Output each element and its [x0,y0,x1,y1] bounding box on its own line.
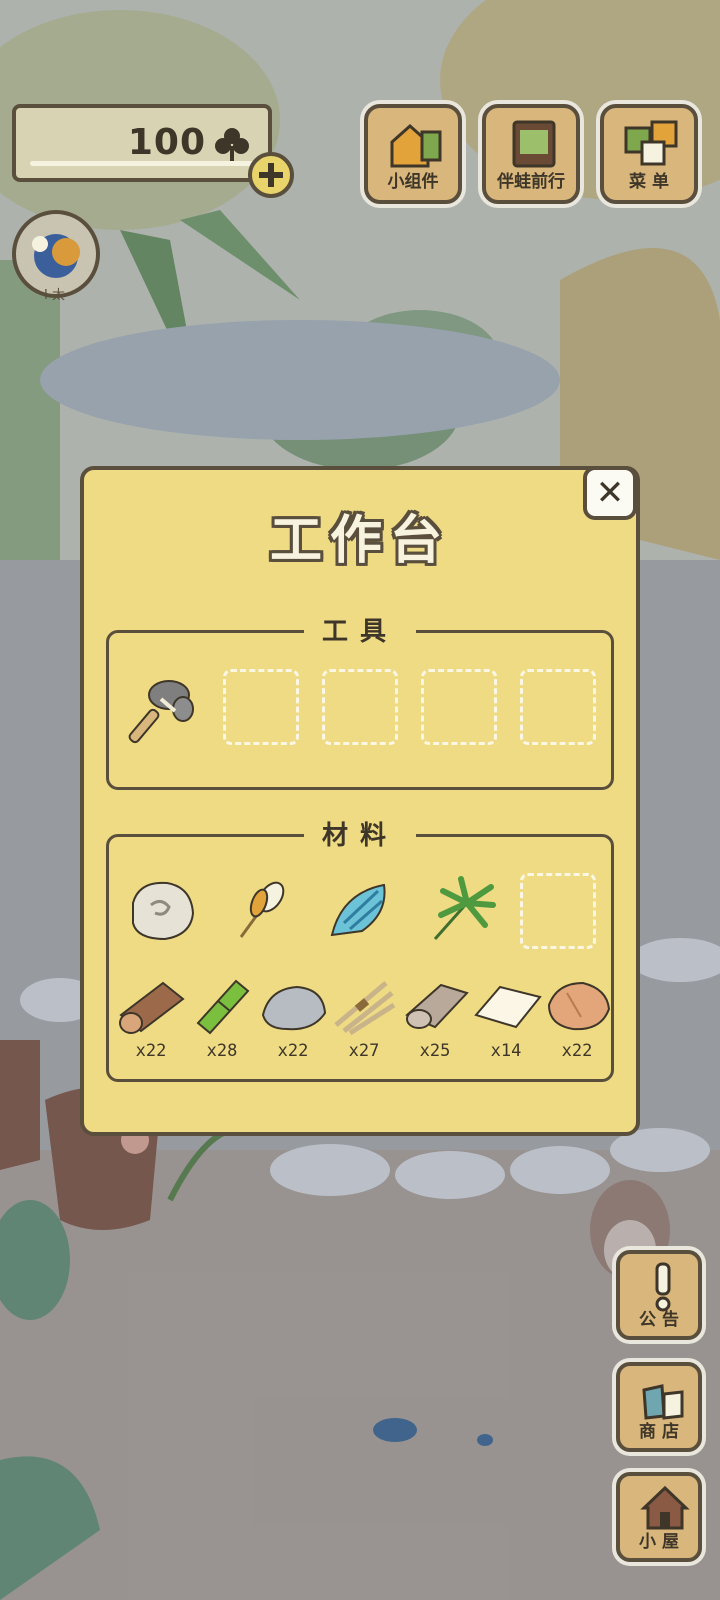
tool-slot-empty[interactable] [223,669,299,745]
blue-shell-icon [330,883,386,937]
stone-tablet-icon [132,881,195,941]
travel-with-frog-button[interactable]: 伴蛙前行 [482,104,580,204]
workbench-title: 工作台 [269,511,450,571]
tool-slot-empty[interactable] [322,669,398,745]
tool-slot-empty[interactable] [421,669,497,745]
material-leather[interactable]: x22 [541,975,613,1067]
fiber-bundle-icon [334,981,396,1036]
material-qty: x22 [561,1041,593,1061]
material-qty: x22 [277,1041,309,1061]
menu-cards-icon [624,120,678,166]
material-bamboo[interactable]: x28 [186,975,258,1067]
house-button[interactable]: 小 屋 [616,1472,702,1562]
paper-icon [474,985,542,1029]
avatar-tag: I 太 [44,288,65,303]
add-clover-button[interactable] [248,152,294,198]
close-button[interactable]: ✕ [583,466,637,520]
material-qty: x25 [419,1041,451,1061]
plus-icon [259,163,283,187]
clover-icon [215,128,249,162]
material-slot-palm-leaf[interactable] [421,873,497,949]
bamboo-icon [196,979,250,1035]
frog-avatar-icon [32,234,80,278]
widget-button-label: 小组件 [387,172,439,192]
material-qty: x28 [206,1041,238,1061]
tool-slot-empty[interactable] [520,669,596,745]
material-slot-stone-tablet[interactable] [125,873,201,949]
notice-button[interactable]: 公 告 [616,1250,702,1340]
materials-section-title: 材料 [303,815,417,852]
tools-section-title: 工具 [303,611,417,648]
material-slot-empty[interactable] [520,873,596,949]
stone-icon [261,985,327,1031]
menu-button-label: 菜 单 [629,172,669,192]
cloth-roll-icon [405,983,469,1029]
materials-section: 材料 x22 x28 x22 x27 x25 x14 x22 [106,815,614,1082]
clover-currency-display: 100 [12,104,272,182]
notice-button-label: 公 告 [639,1310,679,1330]
material-log[interactable]: x22 [115,975,187,1067]
material-qty: x14 [490,1041,522,1061]
tool-slot-stone-axe[interactable] [125,669,201,745]
clover-amount: 100 [127,122,206,163]
leather-icon [547,981,611,1031]
workbench-dialog: 工作台 工具 材料 x22 x28 x22 x27 x25 x14 x22 [80,466,640,1136]
shop-button-label: 商 店 [639,1422,679,1442]
material-slot-feather-bundle[interactable] [223,873,299,949]
log-icon [119,981,185,1034]
material-qty: x22 [135,1041,167,1061]
material-cloth-roll[interactable]: x25 [399,975,471,1067]
widget-button[interactable]: 小组件 [364,104,462,204]
widget-icon [390,123,442,168]
stone-axe-icon [128,680,194,744]
feather-bundle-icon [239,881,285,938]
menu-button[interactable]: 菜 单 [600,104,698,204]
palm-leaf-icon [433,876,496,940]
material-slot-blue-shell[interactable] [322,873,398,949]
material-qty: x27 [348,1041,380,1061]
travel-button-label: 伴蛙前行 [497,172,565,192]
book-icon [512,120,556,168]
material-paper[interactable]: x14 [470,975,542,1067]
tools-section: 工具 [106,611,614,790]
material-stone[interactable]: x22 [257,975,329,1067]
shop-button[interactable]: 商 店 [616,1362,702,1452]
house-button-label: 小 屋 [639,1532,679,1552]
material-fiber-bundle[interactable]: x27 [328,975,400,1067]
close-icon: ✕ [595,473,625,513]
currency-underline [30,161,254,166]
